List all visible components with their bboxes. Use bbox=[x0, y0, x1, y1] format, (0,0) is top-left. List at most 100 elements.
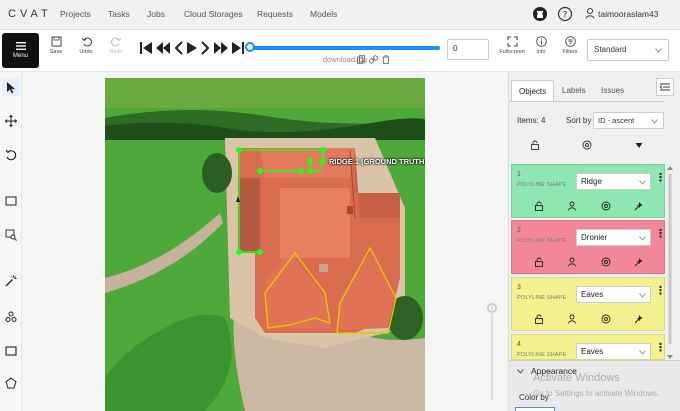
filters-button[interactable]: Filters bbox=[558, 36, 582, 55]
info-icon bbox=[535, 36, 547, 47]
nav-requests[interactable]: Requests bbox=[257, 9, 293, 19]
object-menu-icon[interactable]: ⋮ bbox=[655, 229, 666, 240]
object-actions bbox=[534, 201, 644, 211]
object-menu-icon[interactable]: ⋮ bbox=[655, 286, 666, 297]
pin-icon[interactable] bbox=[634, 257, 644, 267]
object-label-select[interactable]: Dronier bbox=[576, 229, 651, 246]
occluded-person-icon[interactable] bbox=[567, 257, 577, 267]
redo-button[interactable]: Redo bbox=[104, 36, 128, 55]
color-all-icon[interactable] bbox=[582, 140, 592, 150]
object-label-select[interactable]: Eaves bbox=[576, 343, 651, 359]
nav-cloud-storages[interactable]: Cloud Storages bbox=[184, 9, 243, 19]
object-label-value: Dronier bbox=[581, 233, 608, 242]
nav-models[interactable]: Models bbox=[310, 9, 337, 19]
objects-scrollbar[interactable] bbox=[667, 166, 673, 361]
object-label-select[interactable]: Ridge bbox=[576, 173, 651, 190]
sort-select[interactable]: ID - ascent bbox=[593, 112, 664, 129]
file-actions bbox=[357, 55, 390, 64]
object-id: 4 bbox=[517, 341, 521, 348]
scroll-down-icon bbox=[667, 355, 673, 359]
help-icon[interactable]: ? bbox=[557, 6, 573, 22]
fast-backward-icon[interactable] bbox=[156, 41, 170, 55]
chevron-down-icon bbox=[639, 350, 646, 355]
tab-issues[interactable]: Issues bbox=[594, 80, 631, 102]
object-card-2[interactable]: 2 POLYLINE SHAPE Dronier ⋮ bbox=[511, 220, 666, 274]
color-icon[interactable] bbox=[601, 257, 611, 267]
lock-icon[interactable] bbox=[534, 201, 544, 211]
next-frame-icon[interactable] bbox=[201, 41, 210, 55]
frame-number-input[interactable]: 0 bbox=[447, 39, 489, 60]
fit-image-tool[interactable] bbox=[2, 192, 20, 210]
occluded-person-icon[interactable] bbox=[567, 201, 577, 211]
lock-icon[interactable] bbox=[534, 314, 544, 324]
object-menu-icon[interactable]: ⋮ bbox=[655, 173, 666, 184]
chevron-down-icon bbox=[639, 293, 646, 298]
redo-label: Redo bbox=[109, 49, 123, 55]
github-icon[interactable] bbox=[532, 6, 548, 22]
workspace-value: Standard bbox=[594, 45, 627, 54]
menu-label: Menu bbox=[12, 53, 28, 59]
color-icon[interactable] bbox=[601, 314, 611, 324]
nav-jobs[interactable]: Jobs bbox=[147, 9, 165, 19]
first-frame-icon[interactable] bbox=[140, 41, 152, 55]
tab-objects[interactable]: Objects bbox=[511, 80, 555, 102]
tab-labels[interactable]: Labels bbox=[555, 80, 593, 102]
fast-forward-icon[interactable] bbox=[214, 41, 228, 55]
pin-icon[interactable] bbox=[634, 201, 644, 211]
sidebar-tabs: Objects Labels Issues bbox=[509, 80, 680, 102]
cursor-tool[interactable] bbox=[2, 78, 20, 96]
previous-frame-icon[interactable] bbox=[174, 41, 183, 55]
username: taimooraslam43 bbox=[598, 8, 659, 19]
copy-icon[interactable] bbox=[357, 55, 365, 64]
draw-rectangle-tool[interactable] bbox=[2, 342, 20, 360]
menu-button[interactable]: Menu bbox=[2, 33, 39, 68]
magic-wand-tool[interactable] bbox=[2, 272, 20, 290]
ai-tools[interactable] bbox=[2, 308, 20, 326]
last-frame-icon[interactable] bbox=[232, 41, 244, 55]
collapse-all-icon[interactable] bbox=[634, 140, 644, 150]
nav-tasks[interactable]: Tasks bbox=[108, 9, 130, 19]
color-by-option[interactable] bbox=[515, 407, 555, 411]
lock-icon[interactable] bbox=[534, 257, 544, 267]
object-card-3[interactable]: 3 POLYLINE SHAPE Eaves ⋮ bbox=[511, 277, 666, 331]
undo-button[interactable]: Undo bbox=[74, 36, 98, 55]
chevron-down-icon[interactable] bbox=[517, 369, 524, 374]
aerial-house-image[interactable]: RIDGE 1 (GROUND TRUTH) bbox=[105, 78, 425, 411]
object-actions bbox=[534, 314, 644, 324]
nav-projects[interactable]: Projects bbox=[60, 9, 91, 19]
delete-frame-icon[interactable] bbox=[382, 55, 390, 64]
object-card-4[interactable]: 4 POLYLINE SHAPE Eaves ⋮ bbox=[511, 334, 665, 360]
cvat-logo[interactable]: CVAT bbox=[8, 8, 52, 20]
zoom-slider-track[interactable] bbox=[491, 305, 493, 400]
annotation-toolbar: Menu Save Undo Redo download.jpg 0 Fulls… bbox=[0, 30, 680, 72]
chevron-down-icon bbox=[639, 236, 646, 241]
appearance-panel: Appearance Color by bbox=[509, 360, 680, 411]
object-label-select[interactable]: Eaves bbox=[576, 286, 651, 303]
object-menu-icon[interactable]: ⋮ bbox=[655, 343, 664, 354]
frame-slider-track[interactable] bbox=[250, 46, 440, 50]
object-card-1[interactable]: 1 POLYLINE SHAPE Ridge ⋮ bbox=[511, 164, 666, 218]
info-button[interactable]: Info bbox=[529, 36, 553, 55]
link-icon[interactable] bbox=[369, 55, 378, 64]
occluded-person-icon[interactable] bbox=[567, 314, 577, 324]
collapse-sidebar-button[interactable] bbox=[656, 78, 674, 96]
fullscreen-button[interactable]: Fullscreen bbox=[499, 36, 525, 55]
user-menu[interactable]: taimooraslam43 bbox=[585, 8, 658, 19]
object-label-value: Ridge bbox=[581, 177, 602, 186]
zoom-region-tool[interactable] bbox=[2, 226, 20, 244]
object-shape-type: POLYLINE SHAPE bbox=[517, 295, 567, 301]
object-id: 1 bbox=[517, 171, 521, 178]
lock-all-icon[interactable] bbox=[530, 140, 540, 150]
move-tool[interactable] bbox=[2, 112, 20, 130]
polygon-icon bbox=[5, 377, 17, 389]
filters-label: Filters bbox=[562, 49, 578, 55]
rotate-tool[interactable] bbox=[2, 146, 20, 164]
pin-icon[interactable] bbox=[634, 314, 644, 324]
frame-slider-handle[interactable] bbox=[245, 42, 255, 52]
color-icon[interactable] bbox=[601, 201, 611, 211]
save-button[interactable]: Save bbox=[44, 36, 68, 55]
draw-polygon-tool[interactable] bbox=[2, 374, 20, 392]
scroll-up-icon bbox=[667, 166, 673, 170]
workspace-select[interactable]: Standard bbox=[587, 39, 669, 61]
play-icon[interactable] bbox=[187, 41, 197, 55]
